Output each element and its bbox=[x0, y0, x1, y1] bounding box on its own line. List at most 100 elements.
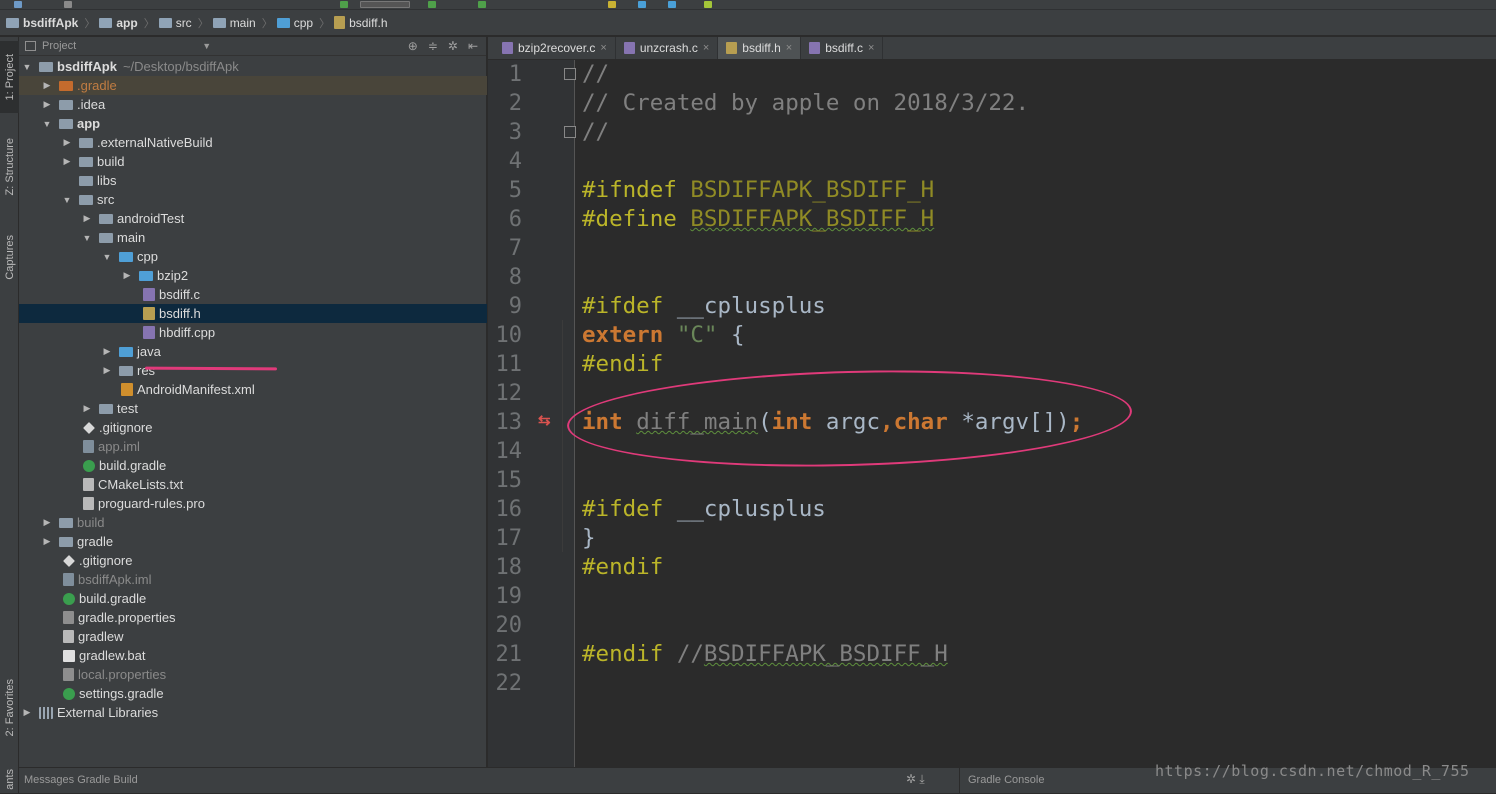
tree-item[interactable]: app.iml bbox=[19, 437, 487, 456]
tree-item[interactable]: libs bbox=[19, 171, 487, 190]
gradle-console-tab[interactable]: Gradle Console bbox=[959, 768, 1044, 794]
collapsed-arrow-icon[interactable]: ▶ bbox=[41, 536, 53, 547]
collapsed-arrow-icon[interactable]: ▶ bbox=[41, 99, 53, 110]
collapsed-arrow-icon[interactable]: ▶ bbox=[41, 517, 53, 528]
folder-icon bbox=[59, 99, 73, 110]
breadcrumb-app[interactable]: app 〉 bbox=[99, 15, 155, 31]
fold-marker-icon[interactable] bbox=[564, 68, 576, 80]
tool-window-strip: 1: Project Z: Structure Captures 2: Favo… bbox=[0, 37, 19, 793]
breadcrumb-main[interactable]: main 〉 bbox=[212, 15, 273, 31]
tree-item[interactable]: gradlew.bat bbox=[19, 646, 487, 665]
run-icon[interactable] bbox=[428, 1, 436, 8]
expanded-arrow-icon[interactable]: ▼ bbox=[41, 119, 53, 129]
tree-item[interactable]: build.gradle bbox=[19, 456, 487, 475]
collapsed-arrow-icon[interactable]: ▶ bbox=[61, 137, 73, 148]
module-icon bbox=[99, 17, 113, 28]
editor-tab-active[interactable]: bsdiff.h × bbox=[718, 37, 802, 59]
android-icon[interactable] bbox=[704, 1, 712, 8]
editor-tab[interactable]: unzcrash.c × bbox=[616, 37, 719, 59]
collapsed-arrow-icon[interactable]: ▶ bbox=[101, 346, 113, 357]
tree-item[interactable]: ▶ res bbox=[19, 361, 487, 380]
tree-item[interactable]: ▼ main bbox=[19, 228, 487, 247]
tree-item[interactable]: local.properties bbox=[19, 665, 487, 684]
implementation-arrows-icon[interactable]: ⇆ bbox=[538, 411, 551, 429]
gear-icon[interactable]: ✲ bbox=[906, 772, 916, 786]
messages-panel-title[interactable]: Messages Gradle Build bbox=[24, 774, 138, 786]
tree-item[interactable]: .gitignore bbox=[19, 551, 487, 570]
close-icon[interactable]: × bbox=[703, 42, 709, 54]
expanded-arrow-icon[interactable]: ▼ bbox=[81, 233, 93, 243]
tree-item-selected[interactable]: bsdiff.h bbox=[19, 304, 487, 323]
tree-item[interactable]: ▶ .externalNativeBuild bbox=[19, 133, 487, 152]
tree-item[interactable]: hbdiff.cpp bbox=[19, 323, 487, 342]
editor-tab[interactable]: bzip2recover.c × bbox=[494, 37, 616, 59]
tree-item[interactable]: ▼ app bbox=[19, 114, 487, 133]
collapsed-arrow-icon[interactable]: ▶ bbox=[121, 270, 133, 281]
breadcrumb-src[interactable]: src 〉 bbox=[158, 15, 209, 31]
tree-item[interactable]: ▶ build bbox=[19, 513, 487, 532]
collapsed-arrow-icon[interactable]: ▶ bbox=[61, 156, 73, 167]
tree-item[interactable]: ▶ gradle bbox=[19, 532, 487, 551]
tree-item[interactable]: ▶ .idea bbox=[19, 95, 487, 114]
expanded-arrow-icon[interactable]: ▼ bbox=[101, 252, 113, 262]
tab-project[interactable]: 1: Project bbox=[0, 41, 19, 113]
tree-item[interactable]: ▼ src bbox=[19, 190, 487, 209]
editor-tab[interactable]: bsdiff.c × bbox=[801, 37, 884, 59]
tree-item[interactable]: gradle.properties bbox=[19, 608, 487, 627]
toolbar-icon[interactable] bbox=[14, 1, 22, 8]
tree-item[interactable]: AndroidManifest.xml bbox=[19, 380, 487, 399]
tree-item[interactable]: ▼ cpp bbox=[19, 247, 487, 266]
line-number: 5 bbox=[508, 178, 522, 203]
breadcrumb-cpp[interactable]: cpp 〉 bbox=[276, 15, 330, 31]
tree-item[interactable]: build.gradle bbox=[19, 589, 487, 608]
tree-item[interactable]: bsdiff.c bbox=[19, 285, 487, 304]
expanded-arrow-icon[interactable]: ▼ bbox=[21, 62, 33, 72]
tree-item[interactable]: ▶ .gradle bbox=[19, 76, 487, 95]
collapsed-arrow-icon[interactable]: ▶ bbox=[81, 403, 93, 414]
tree-item[interactable]: ▶ External Libraries bbox=[19, 703, 487, 722]
debug-icon[interactable] bbox=[478, 1, 486, 8]
toolbar-icon[interactable] bbox=[64, 1, 72, 8]
tree-item[interactable]: ▶ test bbox=[19, 399, 487, 418]
tree-item[interactable]: settings.gradle bbox=[19, 684, 487, 703]
collapse-icon[interactable]: ≑ bbox=[428, 39, 438, 53]
tree-item[interactable]: CMakeLists.txt bbox=[19, 475, 487, 494]
sync-icon[interactable] bbox=[608, 1, 616, 8]
expanded-arrow-icon[interactable]: ▼ bbox=[61, 195, 73, 205]
tab-structure[interactable]: Z: Structure bbox=[0, 127, 19, 207]
collapsed-arrow-icon[interactable]: ▶ bbox=[41, 80, 53, 91]
avd-icon[interactable] bbox=[638, 1, 646, 8]
comment: // bbox=[582, 119, 610, 145]
tab-build-variants[interactable]: ants bbox=[0, 765, 19, 793]
close-icon[interactable]: × bbox=[868, 42, 874, 54]
header-file-icon bbox=[334, 16, 346, 29]
run-config-dropdown[interactable] bbox=[360, 1, 410, 8]
tab-captures[interactable]: Captures bbox=[0, 222, 19, 292]
locate-icon[interactable]: ⊕ bbox=[408, 39, 418, 53]
collapsed-arrow-icon[interactable]: ▶ bbox=[101, 365, 113, 376]
close-icon[interactable]: × bbox=[786, 42, 792, 54]
tree-item[interactable]: ▶ java bbox=[19, 342, 487, 361]
tree-item[interactable]: bsdiffApk.iml bbox=[19, 570, 487, 589]
close-icon[interactable]: × bbox=[600, 42, 606, 54]
tree-item[interactable]: proguard-rules.pro bbox=[19, 494, 487, 513]
tree-item[interactable]: ▼ bsdiffApk ~/Desktop/bsdiffApk bbox=[19, 57, 487, 76]
sdk-icon[interactable] bbox=[668, 1, 676, 8]
minimize-icon[interactable]: ⤓ bbox=[919, 772, 924, 786]
toolbar-icon[interactable] bbox=[340, 1, 348, 8]
tree-item[interactable]: ▶ androidTest bbox=[19, 209, 487, 228]
tree-item[interactable]: gradlew bbox=[19, 627, 487, 646]
collapsed-arrow-icon[interactable]: ▶ bbox=[81, 213, 93, 224]
breadcrumb-file[interactable]: bsdiff.h bbox=[334, 16, 388, 30]
fold-marker-icon[interactable] bbox=[564, 126, 576, 138]
project-view-selector[interactable]: Project bbox=[42, 40, 76, 52]
hide-icon[interactable]: ⇤ bbox=[468, 39, 478, 53]
tree-item[interactable]: ▶ bzip2 bbox=[19, 266, 487, 285]
tree-item[interactable]: .gitignore bbox=[19, 418, 487, 437]
gear-icon[interactable]: ✲ bbox=[448, 39, 458, 53]
breadcrumb-project[interactable]: bsdiffApk 〉 bbox=[6, 15, 95, 31]
collapsed-arrow-icon[interactable]: ▶ bbox=[21, 707, 33, 718]
tab-favorites[interactable]: 2: Favorites bbox=[0, 665, 19, 751]
chevron-down-icon[interactable]: ▼ bbox=[202, 41, 211, 51]
tree-item[interactable]: ▶ build bbox=[19, 152, 487, 171]
